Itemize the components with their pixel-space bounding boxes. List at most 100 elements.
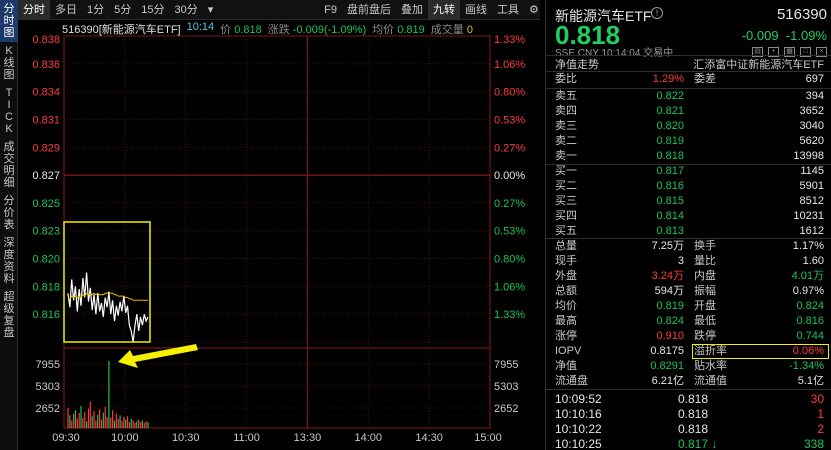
volume-bar [136,421,138,428]
tick-volume: 30 [810,392,824,406]
time-axis-label: 15:00 [474,432,502,444]
bid-row: 买五 0.813 1612 [546,224,831,239]
stat-row-label2: 振幅 [694,285,716,297]
fund-full-name: 汇添富中证新能源汽车ETF [693,59,824,71]
bid-row-value: 0.816 [656,180,684,192]
stat-row-label2: 开盘 [694,300,716,312]
stat-row: 现手 3 量比 1.60 [546,254,831,269]
info-icon[interactable]: ! [651,7,663,19]
bid-row-value: 0.814 [656,210,684,222]
order-ratio-row: 委比 1.29% 委差 697 [546,72,831,87]
stat-row: 净值 0.8291 贴水率 -1.34% [546,359,831,374]
bid-row-value: 0.815 [656,195,684,207]
volume-bar [130,418,132,428]
stat-row: 总额 594万 振幅 0.97% [546,284,831,299]
volume-bar [69,415,71,428]
ask-row-value2: 3652 [799,105,824,117]
percent-axis-label: 1.33% [494,34,525,46]
volume-bar [87,408,90,428]
volume-bar [117,418,119,428]
volume-bar [125,419,127,428]
price-axis-label: 0.825 [32,198,60,210]
stat-row-value2: 5.1亿 [797,375,824,387]
volume-bar [121,421,123,428]
security-code: 516390 [776,6,827,23]
percent-axis-label: 0.53% [494,226,525,238]
price-axis-label: 0.823 [32,226,60,238]
percent-axis-label: 1.06% [494,281,525,293]
plot-frame [63,35,491,429]
ask-row-value: 0.820 [656,120,684,132]
stat-row-label: 总额 [555,285,577,297]
volume-bar [72,413,75,428]
price-axis-label: 0.836 [32,59,60,71]
time-axis-label: 10:00 [111,432,139,444]
volume-bar [134,422,136,428]
stat-row-label: 涨停 [555,330,577,342]
ask-row-value: 0.819 [656,135,684,147]
volume-bar [84,411,86,428]
percent-axis-label: 0.27% [494,142,525,154]
order-diff-value: 697 [805,73,824,85]
bid-row-label: 买三 [555,195,577,207]
percent-axis-label: 1.06% [494,59,525,71]
volume-bar [139,422,142,428]
stat-row-label: 净值 [555,360,577,372]
bid-row: 买二 0.816 5901 [546,179,831,194]
volume-bar [86,421,88,428]
volume-bar [67,407,69,428]
ask-row-value: 0.818 [656,150,684,162]
stat-row-label2: 跌停 [694,330,716,342]
stat-row-value: 0.824 [656,315,684,327]
stat-row-label2: 内盘 [694,270,716,282]
tick-volume: 2 [817,422,824,436]
price-axis-label: 0.834 [32,87,60,99]
intraday-chart[interactable]: 0.838 0.836 0.834 0.831 0.829 0.827 0.825 0.823… [0,0,545,450]
ask-row-value2: 394 [805,90,824,102]
volume-bar [104,406,106,428]
stat-row-label: 均价 [555,300,577,312]
stat-row-label2: 流通值 [694,375,727,387]
tick-time: 10:09:52 [555,392,602,406]
stat-row-label2: 换手 [694,240,716,252]
bid-row-value2: 1612 [799,225,824,237]
nav-trend-tab[interactable]: 净值走势 [555,56,599,72]
stat-row-label2: 量比 [694,255,716,267]
stat-row: 总量 7.25万 换手 1.17% [546,239,831,254]
volume-bar [78,412,80,428]
volume-bar [97,414,99,428]
time-axis-label: 13:30 [294,432,322,444]
volume-bar [102,412,104,428]
percent-axis-label: 0.80% [494,87,525,99]
time-axis-label: 14:30 [415,432,443,444]
volume-bar [82,417,84,428]
stat-row-value2: 1.60 [802,255,824,267]
ask-row-label: 卖二 [555,135,577,147]
divider [546,389,831,390]
stat-row-value2: 1.17% [792,240,824,252]
percent-axis-label: 0.53% [494,114,525,126]
stat-row-value2: 0.97% [792,285,824,297]
volume-bar [71,420,73,428]
ask-row-value: 0.821 [656,105,684,117]
stat-row-label: IOPV [555,345,582,357]
stat-row-value: 594万 [654,285,684,297]
time-axis-label: 11:00 [233,432,260,444]
change-percent: -1.09% [785,28,827,43]
ask-row-label: 卖三 [555,120,577,132]
price-line [67,272,149,343]
volume-bar [76,418,78,428]
volume-axis-label-right: 2652 [494,403,518,415]
volume-bar [99,409,101,428]
volume-bar [80,406,82,428]
volume-axis-label-right: 7955 [494,359,518,371]
volume-bar [89,401,91,428]
volume-bar [112,410,114,428]
premium-rate-highlight [692,344,829,359]
ask-row: 卖五 0.822 394 [546,89,831,104]
percent-axis-label: 0.80% [494,254,525,266]
volume-bar [110,417,112,428]
stat-row-value: 0.8291 [650,360,684,372]
volume-bar [100,419,103,428]
stat-row-label: 现手 [555,255,577,267]
